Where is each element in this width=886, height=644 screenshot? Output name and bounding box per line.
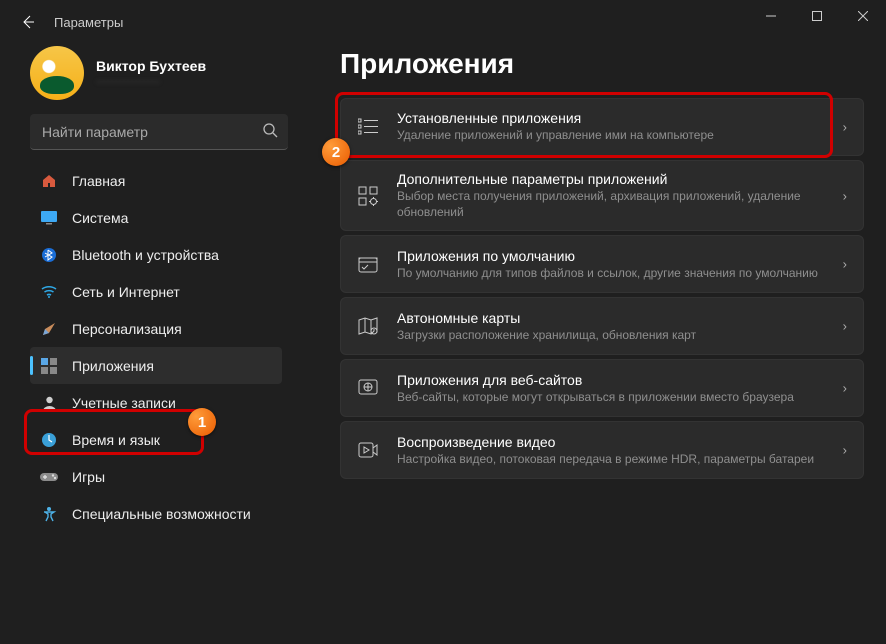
sidebar-item-label: Игры [72,469,105,485]
card-title: Приложения для веб-сайтов [397,372,819,388]
sidebar-item-time-lang[interactable]: Время и язык [30,421,282,458]
back-button[interactable] [16,10,40,34]
card-title: Установленные приложения [397,110,819,126]
system-icon [40,209,58,227]
card-desc: Выбор места получения приложений, архива… [397,188,819,220]
network-icon [40,283,58,301]
app-title: Параметры [54,15,123,30]
chevron-right-icon: › [843,257,847,272]
minimize-button[interactable] [748,0,794,32]
sidebar-item-label: Bluetooth и устройства [72,247,219,263]
annotation-badge-1: 1 [188,408,216,436]
accounts-icon [40,394,58,412]
sidebar-item-accounts[interactable]: Учетные записи [30,384,282,421]
installed-apps-icon [357,116,379,138]
card-desc: Удаление приложений и управление ими на … [397,127,819,143]
apps-icon [40,357,58,375]
annotation-badge-2: 2 [322,138,350,166]
close-button[interactable] [840,0,886,32]
card-offline-maps[interactable]: Автономные карты Загрузки расположение х… [340,297,864,355]
advanced-apps-icon [357,185,379,207]
card-default-apps[interactable]: Приложения по умолчанию По умолчанию для… [340,235,864,293]
nav-list: Главная Система Bluetooth и устройства С… [30,162,288,638]
settings-window: Параметры Виктор Бухтеев ···············… [0,0,886,644]
chevron-right-icon: › [843,188,847,203]
personalization-icon [40,320,58,338]
sidebar-item-gaming[interactable]: Игры [30,458,282,495]
sidebar-item-network[interactable]: Сеть и Интернет [30,273,282,310]
chevron-right-icon: › [843,120,847,135]
gaming-icon [40,468,58,486]
bluetooth-icon [40,246,58,264]
sidebar-item-apps[interactable]: Приложения [30,347,282,384]
sidebar-item-label: Учетные записи [72,395,176,411]
profile-email: ················ [96,74,206,88]
sidebar-item-home[interactable]: Главная [30,162,282,199]
sidebar-item-label: Время и язык [72,432,160,448]
default-apps-icon [357,253,379,275]
main-content: Приложения Установленные приложения Удал… [300,44,886,644]
chevron-right-icon: › [843,319,847,334]
sidebar-item-label: Специальные возможности [72,506,251,522]
card-title: Приложения по умолчанию [397,248,819,264]
sidebar-item-label: Приложения [72,358,154,374]
sidebar-item-bluetooth[interactable]: Bluetooth и устройства [30,236,282,273]
card-list: Установленные приложения Удаление прилож… [340,98,864,479]
search-box[interactable] [30,114,288,150]
home-icon [40,172,58,190]
profile-name: Виктор Бухтеев [96,58,206,74]
video-playback-icon [357,439,379,461]
offline-maps-icon [357,315,379,337]
card-desc: По умолчанию для типов файлов и ссылок, … [397,265,819,281]
sidebar-item-personalization[interactable]: Персонализация [30,310,282,347]
search-input[interactable] [30,114,288,150]
arrow-left-icon [20,14,36,30]
card-title: Дополнительные параметры приложений [397,171,819,187]
search-icon [262,122,278,138]
card-desc: Настройка видео, потоковая передача в ре… [397,451,819,467]
page-title: Приложения [340,48,864,80]
card-web-apps[interactable]: Приложения для веб-сайтов Веб-сайты, кот… [340,359,864,417]
card-installed-apps[interactable]: Установленные приложения Удаление прилож… [340,98,864,156]
card-title: Автономные карты [397,310,819,326]
chevron-right-icon: › [843,443,847,458]
web-apps-icon [357,377,379,399]
card-title: Воспроизведение видео [397,434,819,450]
card-advanced-apps[interactable]: Дополнительные параметры приложений Выбо… [340,160,864,231]
sidebar-item-accessibility[interactable]: Специальные возможности [30,495,282,532]
window-controls [748,0,886,32]
avatar [30,46,84,100]
profile-block[interactable]: Виктор Бухтеев ················ [30,44,288,114]
time-lang-icon [40,431,58,449]
sidebar-item-system[interactable]: Система [30,199,282,236]
card-desc: Веб-сайты, которые могут открываться в п… [397,389,819,405]
card-desc: Загрузки расположение хранилища, обновле… [397,327,819,343]
sidebar-item-label: Система [72,210,128,226]
sidebar-item-label: Главная [72,173,125,189]
sidebar: Виктор Бухтеев ················ Главная … [0,44,300,644]
titlebar: Параметры [0,0,886,44]
card-video-playback[interactable]: Воспроизведение видео Настройка видео, п… [340,421,864,479]
maximize-button[interactable] [794,0,840,32]
sidebar-item-label: Персонализация [72,321,182,337]
chevron-right-icon: › [843,381,847,396]
accessibility-icon [40,505,58,523]
sidebar-item-label: Сеть и Интернет [72,284,180,300]
